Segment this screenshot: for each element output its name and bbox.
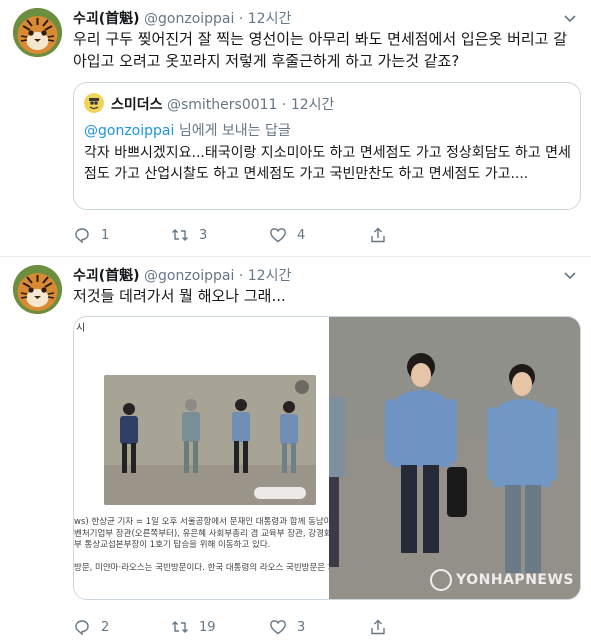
user-handle[interactable]: @gonzoippai bbox=[144, 11, 234, 27]
caption-line: 부 통상교섭본부장이 1호기 탑승을 위해 이동하고 있다. bbox=[74, 540, 271, 550]
separator-dot: · bbox=[238, 11, 244, 27]
like-button[interactable]: 3 bbox=[269, 617, 305, 637]
article-photo bbox=[104, 375, 316, 505]
timestamp[interactable]: 12시간 bbox=[248, 11, 292, 27]
retweet-count: 3 bbox=[199, 227, 208, 243]
reply-count: 1 bbox=[101, 227, 110, 243]
quoted-display-name[interactable]: 스미더스 bbox=[111, 97, 163, 113]
retweet-icon bbox=[172, 621, 188, 633]
quoted-text: 각자 바쁘시겠지요...태국이랑 지소미아도 하고 면세점도 가고 정상회담도 … bbox=[84, 145, 571, 182]
chevron-down-icon[interactable] bbox=[563, 268, 577, 282]
caption-line bbox=[74, 552, 329, 564]
tweet-text: 저것들 데려가서 뭘 해오나 그래... bbox=[73, 287, 286, 305]
retweet-button[interactable]: 3 bbox=[171, 225, 207, 245]
yonhap-logo-icon bbox=[430, 569, 453, 591]
like-count: 4 bbox=[297, 227, 306, 243]
timestamp[interactable]: 12시간 bbox=[248, 268, 292, 284]
tiger-avatar[interactable] bbox=[13, 8, 62, 57]
caption-line: 방문, 미얀마·라오스는 국빈방문이다. 한국 대통령의 라오스 국빈방문은 처… bbox=[74, 563, 329, 573]
reply-button[interactable]: 1 bbox=[73, 225, 109, 245]
share-button[interactable] bbox=[369, 225, 387, 245]
user-handle[interactable]: @gonzoippai bbox=[144, 268, 234, 284]
chevron-down-icon[interactable] bbox=[563, 11, 577, 25]
quoted-header: 스미더스 @smithers0011 · 12시간 bbox=[111, 94, 334, 114]
news-photo[interactable]: YONHAPNEWS bbox=[329, 317, 580, 599]
tweet-text: 우리 구두 찢어진거 잘 찍는 영선이는 아무리 봐도 면세점에서 입은옷 버리… bbox=[73, 30, 568, 70]
media-attachment[interactable]: 시 ws) 한상균 기자 = 1일 오후 서울공항에서 문재인 대통령과 함께 … bbox=[73, 316, 581, 600]
article-screenshot[interactable]: 시 ws) 한상균 기자 = 1일 오후 서울공항에서 문재인 대통령과 함께 … bbox=[74, 317, 329, 599]
retweet-count: 19 bbox=[199, 619, 216, 635]
quoted-timestamp[interactable]: 12시간 bbox=[291, 97, 335, 113]
share-button[interactable] bbox=[369, 617, 387, 637]
retweet-icon bbox=[172, 229, 188, 241]
tweet-1[interactable]: 수괴(首魁) @gonzoippai · 12시간 우리 구두 찢어진거 잘 찍… bbox=[0, 0, 591, 256]
tweet-header: 수괴(首魁) @gonzoippai · 12시간 bbox=[73, 265, 291, 285]
like-icon bbox=[270, 620, 286, 635]
article-caption: ws) 한상균 기자 = 1일 오후 서울공항에서 문재인 대통령과 함께 동남… bbox=[74, 517, 329, 575]
mention-link[interactable]: @gonzoippai bbox=[84, 123, 174, 139]
separator-dot: · bbox=[238, 268, 244, 284]
reply-context: @gonzoippai 님에게 보내는 답글 bbox=[84, 120, 291, 140]
like-button[interactable]: 4 bbox=[269, 225, 305, 245]
retweet-button[interactable]: 19 bbox=[171, 617, 216, 637]
like-icon bbox=[270, 228, 286, 243]
quoted-avatar[interactable] bbox=[84, 93, 104, 113]
caption-line: ws) 한상균 기자 = 1일 오후 서울공항에서 문재인 대통령과 함께 동남… bbox=[74, 517, 329, 527]
like-count: 3 bbox=[297, 619, 306, 635]
watermark-text: YONHAPNEWS bbox=[456, 572, 574, 588]
display-name[interactable]: 수괴(首魁) bbox=[73, 11, 140, 27]
share-icon bbox=[371, 227, 385, 243]
reply-icon bbox=[75, 228, 89, 244]
share-icon bbox=[371, 619, 385, 635]
reply-icon bbox=[75, 620, 89, 636]
yonhap-watermark: YONHAPNEWS bbox=[430, 569, 574, 591]
reply-context-label: 님에게 보내는 답글 bbox=[174, 123, 291, 139]
quoted-tweet[interactable]: 스미더스 @smithers0011 · 12시간 @gonzoippai 님에… bbox=[73, 82, 581, 210]
tweet-2[interactable]: 수괴(首魁) @gonzoippai · 12시간 저것들 데려가서 뭘 해오나… bbox=[0, 257, 591, 642]
reply-count: 2 bbox=[101, 619, 110, 635]
tweet-header: 수괴(首魁) @gonzoippai · 12시간 bbox=[73, 8, 291, 28]
caption-line: 벤처기업부 장관(오른쪽부터), 유은혜 사회부총리 겸 교육부 장관, 강경화… bbox=[74, 528, 329, 539]
display-name[interactable]: 수괴(首魁) bbox=[73, 268, 140, 284]
tiger-avatar[interactable] bbox=[13, 265, 62, 314]
reply-button[interactable]: 2 bbox=[73, 617, 109, 637]
separator-dot: · bbox=[281, 97, 287, 113]
quoted-handle[interactable]: @smithers0011 bbox=[167, 97, 277, 113]
article-corner-text: 시 bbox=[76, 323, 86, 334]
